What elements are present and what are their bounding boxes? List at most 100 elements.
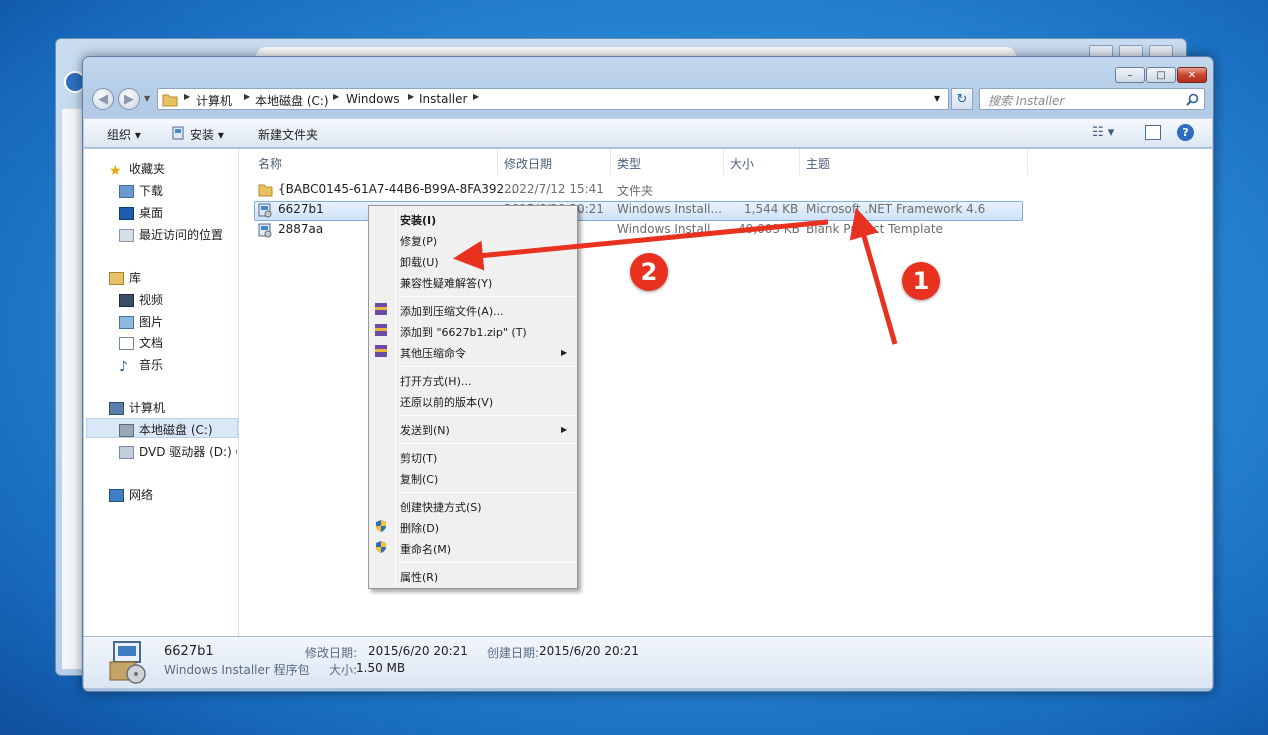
nav-libraries-label: 库 bbox=[129, 271, 142, 285]
details-pane: 6627b1 Windows Installer 程序包 修改日期: 2015/… bbox=[84, 636, 1212, 688]
menu-item-repair[interactable]: 修复(P) bbox=[400, 233, 437, 249]
nav-documents[interactable]: 文档 bbox=[119, 334, 163, 351]
nav-recent-label: 最近访问的位置 bbox=[139, 228, 224, 242]
winrar-icon bbox=[375, 324, 387, 336]
recent-pages-dropdown[interactable]: ▼ bbox=[144, 94, 150, 103]
submenu-arrow-icon: ▶ bbox=[561, 425, 568, 434]
menu-item-compat-troubleshoot[interactable]: 兼容性疑难解答(Y) bbox=[400, 275, 492, 291]
details-size-label: 大小: bbox=[329, 663, 358, 677]
column-divider[interactable] bbox=[497, 149, 498, 175]
desktop-icon bbox=[119, 207, 134, 220]
menu-item-add-zip[interactable]: 添加到 "6627b1.zip" (T) bbox=[400, 324, 527, 340]
context-menu: 安装(I) 修复(P) 卸载(U) 兼容性疑难解答(Y) 添加到压缩文件(A).… bbox=[368, 205, 578, 589]
file-name: 2887aa bbox=[278, 222, 324, 236]
breadcrumb-separator[interactable]: ▶ bbox=[184, 92, 190, 101]
close-button[interactable]: ✕ bbox=[1177, 67, 1207, 83]
search-input[interactable]: 搜索 Installer bbox=[979, 88, 1205, 110]
column-header-name[interactable]: 名称 bbox=[258, 155, 282, 172]
maximize-button[interactable]: □ bbox=[1146, 67, 1176, 83]
back-button[interactable]: ◀ bbox=[92, 88, 114, 110]
refresh-button[interactable]: ↻ bbox=[951, 88, 973, 110]
nav-local-disk[interactable]: 本地磁盘 (C:) bbox=[119, 421, 213, 438]
nav-music[interactable]: ♪ 音乐 bbox=[119, 356, 164, 375]
msi-package-icon bbox=[258, 223, 272, 238]
breadcrumb-separator[interactable]: ▶ bbox=[473, 92, 479, 101]
menu-item-send-to[interactable]: 发送到(N) bbox=[400, 422, 450, 438]
file-name: {BABC0145-61A7-44B6-B99A-8FA392... bbox=[278, 182, 516, 196]
nav-computer-label: 计算机 bbox=[129, 401, 166, 415]
menu-item-rename[interactable]: 重命名(M) bbox=[400, 541, 451, 557]
file-size: 40,003 KB bbox=[738, 222, 800, 236]
forward-button[interactable]: ▶ bbox=[118, 88, 140, 110]
nav-local-disk-label: 本地磁盘 (C:) bbox=[139, 423, 213, 437]
search-icon[interactable] bbox=[1186, 93, 1199, 106]
preview-pane-icon[interactable] bbox=[1145, 125, 1161, 140]
breadcrumb-separator[interactable]: ▶ bbox=[244, 92, 250, 101]
file-type: Windows Install... bbox=[617, 202, 722, 216]
install-menu[interactable]: 安装 ▾ bbox=[190, 126, 224, 143]
nav-libraries[interactable]: 库 bbox=[109, 269, 141, 286]
menu-separator bbox=[399, 443, 575, 444]
file-type: 文件夹 bbox=[617, 184, 654, 198]
column-divider[interactable] bbox=[610, 149, 611, 175]
nav-desktop[interactable]: 桌面 bbox=[119, 204, 163, 221]
menu-item-cut[interactable]: 剪切(T) bbox=[400, 450, 437, 466]
nav-videos[interactable]: 视频 bbox=[119, 291, 163, 308]
nav-recent[interactable]: 最近访问的位置 bbox=[119, 226, 223, 243]
table-row[interactable]: {BABC0145-61A7-44B6-B99A-8FA392... 2022/… bbox=[258, 182, 1028, 200]
uac-shield-icon bbox=[376, 541, 386, 553]
menu-item-add-archive[interactable]: 添加到压缩文件(A)... bbox=[400, 303, 504, 319]
column-divider[interactable] bbox=[799, 149, 800, 175]
nav-network[interactable]: 网络 bbox=[109, 486, 153, 503]
details-file-type: Windows Installer 程序包 bbox=[164, 663, 310, 677]
new-folder-button[interactable]: 新建文件夹 bbox=[258, 126, 318, 143]
breadcrumb-separator[interactable]: ▶ bbox=[333, 92, 339, 101]
nav-pictures[interactable]: 图片 bbox=[119, 313, 163, 330]
view-options-icon[interactable]: ☷ ▾ bbox=[1092, 125, 1114, 140]
nav-downloads[interactable]: 下载 bbox=[119, 182, 163, 199]
address-bar[interactable]: ▶ 计算机 ▶ 本地磁盘 (C:) ▶ Windows ▶ Installer … bbox=[157, 88, 949, 110]
breadcrumb-separator[interactable]: ▶ bbox=[408, 92, 414, 101]
menu-icon-gutter bbox=[395, 208, 396, 586]
nav-downloads-label: 下载 bbox=[139, 184, 164, 198]
video-icon bbox=[119, 294, 134, 307]
breadcrumb-computer[interactable]: 计算机 bbox=[196, 92, 232, 109]
menu-item-properties[interactable]: 属性(R) bbox=[400, 569, 438, 585]
column-header-subject[interactable]: 主题 bbox=[806, 155, 830, 172]
nav-computer[interactable]: 计算机 bbox=[109, 399, 165, 416]
library-icon bbox=[109, 272, 124, 285]
menu-item-uninstall[interactable]: 卸载(U) bbox=[400, 254, 439, 270]
nav-music-label: 音乐 bbox=[139, 358, 164, 372]
organize-menu[interactable]: 组织 ▾ bbox=[107, 126, 141, 143]
step-1-badge: 1 bbox=[902, 262, 940, 300]
menu-item-copy[interactable]: 复制(C) bbox=[400, 471, 438, 487]
music-icon: ♪ bbox=[119, 359, 128, 375]
menu-item-restore-versions[interactable]: 还原以前的版本(V) bbox=[400, 394, 493, 410]
install-label: 安装 bbox=[190, 128, 215, 142]
column-header-size[interactable]: 大小 bbox=[730, 155, 754, 172]
help-icon[interactable]: ? bbox=[1177, 124, 1194, 141]
file-subject: Blank Project Template bbox=[806, 222, 943, 236]
menu-item-delete[interactable]: 删除(D) bbox=[400, 520, 439, 536]
nav-favorites[interactable]: ★ 收藏夹 bbox=[109, 160, 166, 179]
menu-item-create-shortcut[interactable]: 创建快捷方式(S) bbox=[400, 499, 482, 515]
menu-item-install[interactable]: 安装(I) bbox=[400, 212, 436, 228]
background-sidebar bbox=[62, 109, 82, 669]
column-header-type[interactable]: 类型 bbox=[617, 155, 641, 172]
column-divider[interactable] bbox=[1027, 149, 1028, 175]
minimize-button[interactable]: – bbox=[1115, 67, 1145, 83]
breadcrumb-local-disk[interactable]: 本地磁盘 (C:) bbox=[255, 92, 329, 109]
menu-item-other-compress[interactable]: 其他压缩命令 bbox=[400, 345, 466, 361]
address-dropdown-icon[interactable]: ▼ bbox=[934, 94, 940, 103]
breadcrumb-installer[interactable]: Installer bbox=[419, 92, 467, 106]
nav-desktop-label: 桌面 bbox=[139, 206, 164, 220]
uac-shield-icon bbox=[376, 520, 386, 532]
column-header-modified[interactable]: 修改日期 bbox=[504, 155, 552, 172]
nav-dvd[interactable]: DVD 驱动器 (D:) G bbox=[119, 443, 237, 460]
msi-package-icon bbox=[258, 203, 272, 218]
column-divider[interactable] bbox=[723, 149, 724, 175]
nav-favorites-label: 收藏夹 bbox=[129, 162, 166, 176]
menu-item-open-with[interactable]: 打开方式(H)... bbox=[400, 373, 471, 389]
menu-separator bbox=[399, 415, 575, 416]
breadcrumb-windows[interactable]: Windows bbox=[346, 92, 400, 106]
